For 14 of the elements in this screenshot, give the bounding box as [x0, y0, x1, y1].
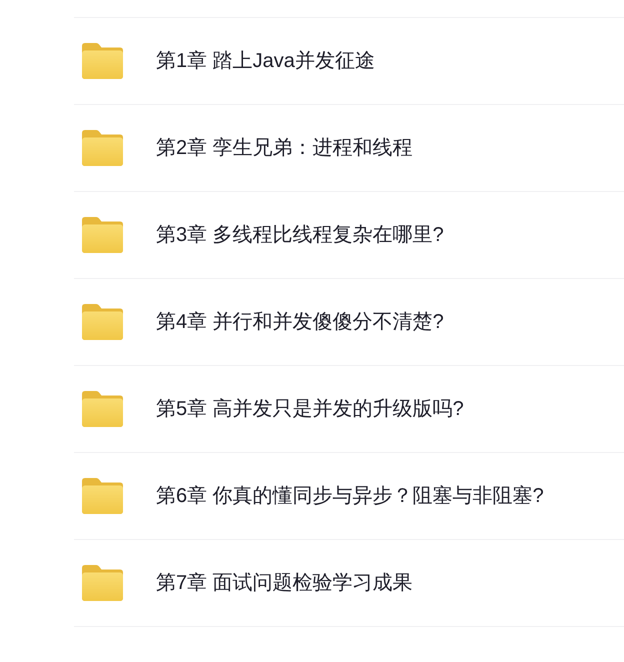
- folder-name[interactable]: 第4章 并行和并发傻傻分不清楚?: [156, 307, 444, 337]
- folder-icon: [82, 565, 123, 601]
- folder-name[interactable]: 第2章 孪生兄弟：进程和线程: [156, 133, 413, 163]
- folder-icon: [82, 478, 123, 514]
- folder-name[interactable]: 第3章 多线程比线程复杂在哪里?: [156, 220, 444, 250]
- folder-icon: [82, 304, 123, 340]
- folder-name[interactable]: 第6章 你真的懂同步与异步？阻塞与非阻塞?: [156, 481, 544, 511]
- folder-name[interactable]: 第7章 面试问题检验学习成果: [156, 568, 413, 598]
- folder-icon: [82, 391, 123, 427]
- folder-icon: [82, 43, 123, 79]
- folder-name[interactable]: 第1章 踏上Java并发征途: [156, 46, 375, 76]
- folder-icon: [82, 130, 123, 166]
- folder-icon: [82, 217, 123, 253]
- folder-name[interactable]: 第5章 高并发只是并发的升级版吗?: [156, 394, 464, 424]
